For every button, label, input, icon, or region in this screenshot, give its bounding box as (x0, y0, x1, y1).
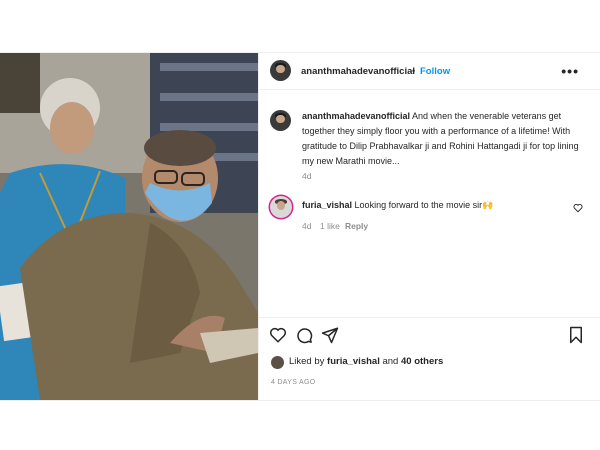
comment-like-count[interactable]: 1 like (320, 221, 340, 231)
caption-username[interactable]: ananthmahadevanofficial (302, 111, 410, 121)
bookmark-icon[interactable] (567, 326, 585, 344)
commenter-avatar[interactable] (270, 196, 292, 218)
liker-username[interactable]: furia_vishal (327, 356, 380, 367)
commenter-username[interactable]: furia_vishal (302, 200, 352, 210)
comment-text: Looking forward to the movie sir🙌 (354, 200, 494, 210)
author-avatar[interactable] (270, 60, 291, 81)
share-icon[interactable] (321, 326, 339, 344)
post-caption: ananthmahadevanofficial And when the ven… (302, 109, 590, 169)
post-header: ananthmahadevanofficial • Follow ••• (259, 53, 600, 90)
likes-others[interactable]: 40 others (401, 356, 443, 367)
comment-age: 4d (302, 221, 312, 231)
likes-prefix: Liked by (289, 356, 325, 367)
likes-joiner: and (382, 356, 399, 367)
header-separator: • (412, 66, 416, 76)
post-photo[interactable] (0, 53, 258, 400)
instagram-post: ananthmahadevanofficial • Follow ••• ana… (0, 52, 600, 401)
post-details-panel: ananthmahadevanofficial • Follow ••• ana… (258, 53, 600, 400)
liker-avatar[interactable] (271, 356, 284, 369)
author-username[interactable]: ananthmahadevanofficial (301, 66, 415, 77)
follow-button[interactable]: Follow (420, 66, 450, 77)
more-options-icon[interactable]: ••• (561, 63, 579, 79)
likes-summary: Liked by furia_vishal and 40 others (289, 356, 443, 367)
reply-button[interactable]: Reply (345, 221, 368, 231)
comment: furia_vishal Looking forward to the movi… (302, 198, 590, 213)
caption-age: 4d (302, 171, 312, 181)
post-timestamp: 4 DAYS AGO (271, 379, 316, 386)
actions-divider (259, 317, 600, 318)
heart-icon[interactable] (269, 326, 287, 344)
caption-author-avatar[interactable] (270, 110, 291, 131)
post-photo-image (0, 53, 258, 400)
comment-like-icon[interactable] (573, 203, 583, 213)
comment-icon[interactable] (295, 326, 313, 344)
